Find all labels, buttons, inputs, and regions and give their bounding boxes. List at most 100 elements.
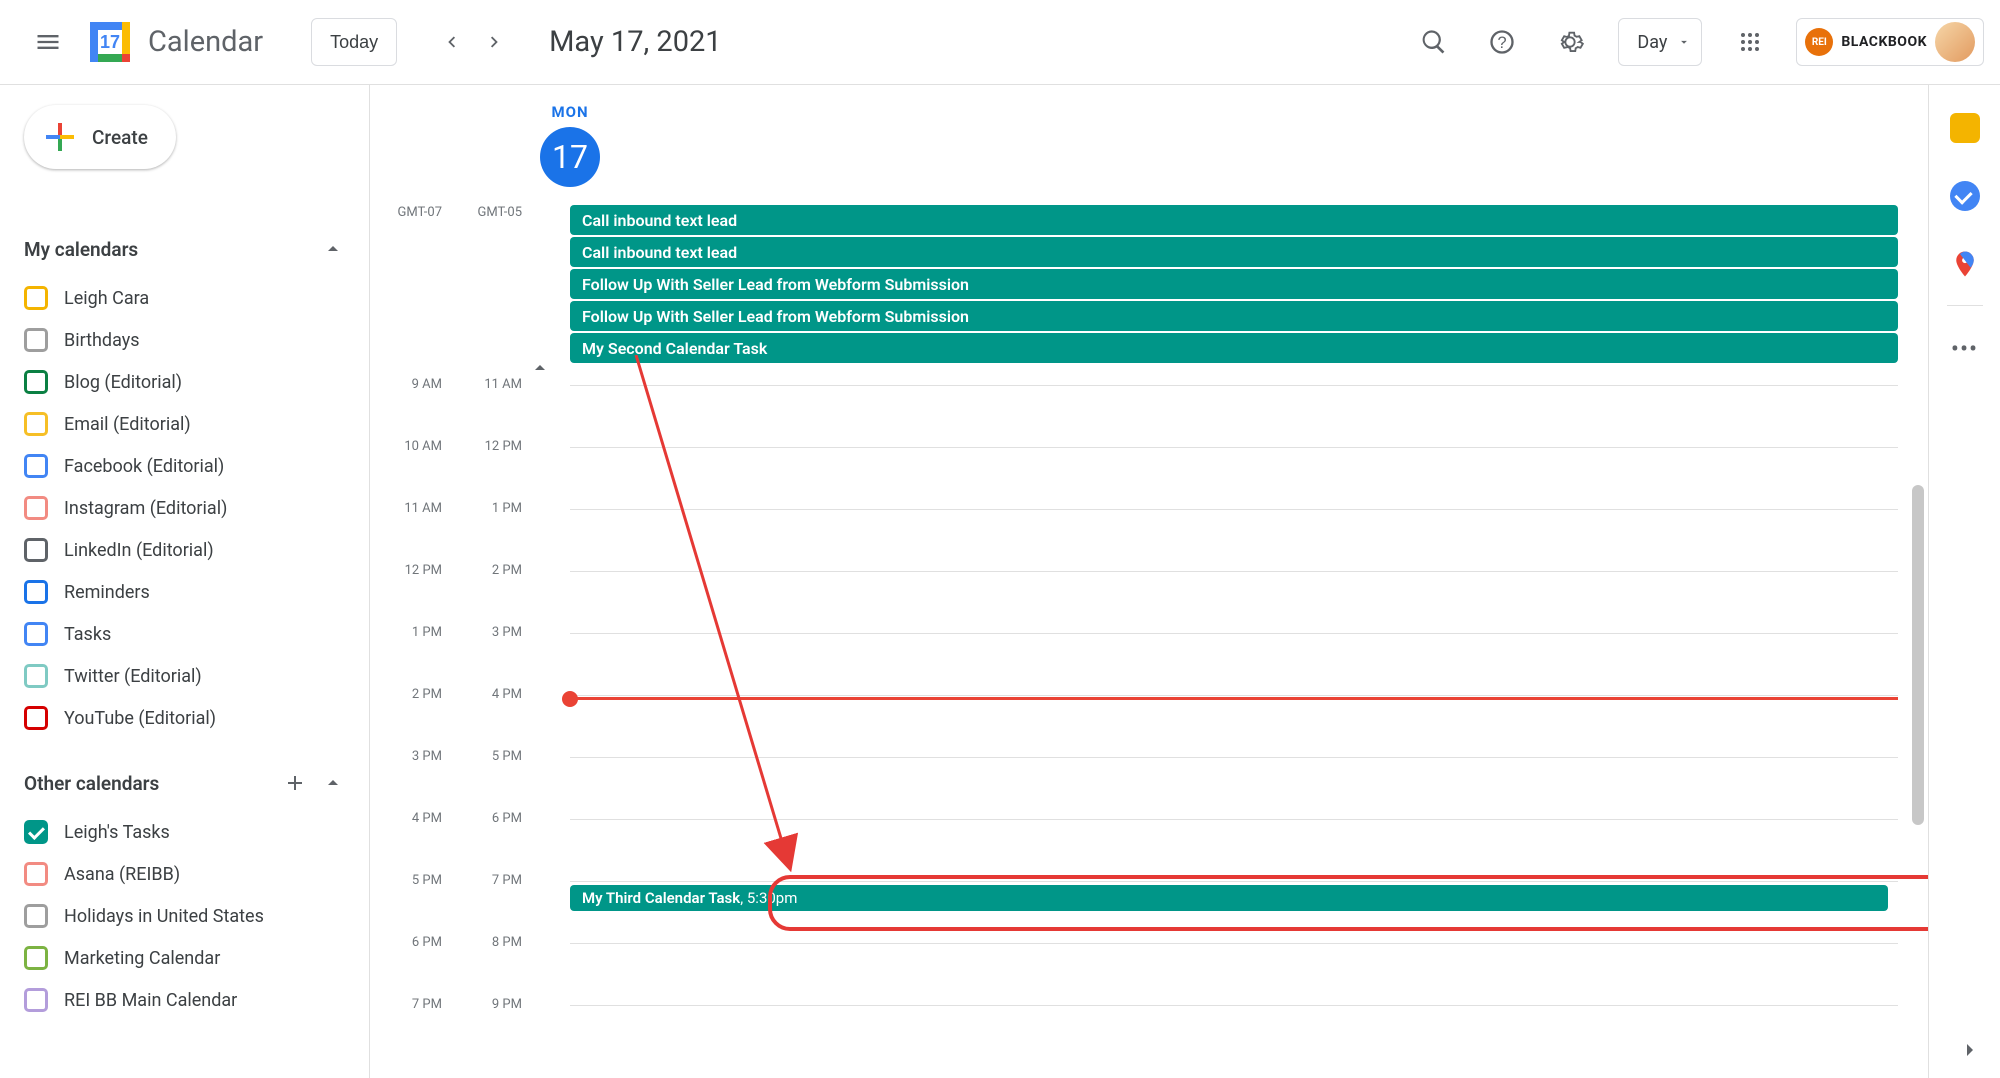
all-day-event[interactable]: Call inbound text lead (570, 237, 1898, 267)
all-day-event[interactable]: Follow Up With Seller Lead from Webform … (570, 269, 1898, 299)
calendar-checkbox[interactable] (24, 412, 48, 436)
all-day-event[interactable]: Follow Up With Seller Lead from Webform … (570, 301, 1898, 331)
hour-label-tz1: 3 PM (370, 749, 450, 764)
day-of-week: MON (530, 103, 610, 121)
account-switcher[interactable]: REI BLACKBOOK (1796, 18, 1984, 66)
hour-row[interactable]: 12 PM2 PM (370, 571, 1898, 633)
collapse-allday-button[interactable] (520, 354, 560, 382)
gridline (570, 1005, 1898, 1006)
app-logo[interactable]: 17 Calendar (84, 16, 263, 68)
tasks-icon[interactable] (1950, 181, 1980, 211)
day-grid[interactable]: MON 17 GMT-07 GMT-05 Call inbound text l… (370, 85, 1928, 1078)
side-panel-separator (1947, 305, 1983, 306)
support-button[interactable]: ? (1478, 18, 1526, 66)
main-area: MON 17 GMT-07 GMT-05 Call inbound text l… (370, 85, 2000, 1078)
calendar-item[interactable]: Email (Editorial) (24, 403, 345, 445)
next-day-button[interactable] (473, 20, 517, 64)
calendar-item[interactable]: Marketing Calendar (24, 937, 345, 979)
calendar-logo-icon: 17 (84, 16, 136, 68)
calendar-checkbox[interactable] (24, 538, 48, 562)
calendar-label: Instagram (Editorial) (64, 498, 227, 519)
date-range-title[interactable]: May 17, 2021 (549, 25, 722, 59)
calendar-item[interactable]: Blog (Editorial) (24, 361, 345, 403)
calendar-checkbox[interactable] (24, 454, 48, 478)
other-calendars-header[interactable]: Other calendars (24, 763, 345, 803)
calendar-checkbox[interactable] (24, 664, 48, 688)
hour-row[interactable]: 3 PM5 PM (370, 757, 1898, 819)
settings-button[interactable] (1546, 18, 1594, 66)
my-calendars-header[interactable]: My calendars (24, 229, 345, 269)
calendar-checkbox[interactable] (24, 370, 48, 394)
calendar-label: Asana (REIBB) (64, 864, 180, 885)
add-calendar-icon[interactable] (283, 771, 307, 795)
day-column-header[interactable]: MON 17 (530, 103, 610, 187)
calendar-label: Marketing Calendar (64, 948, 220, 969)
all-day-event[interactable]: Call inbound text lead (570, 205, 1898, 235)
hour-row[interactable]: 9 AM11 AM (370, 385, 1898, 447)
calendar-item[interactable]: Facebook (Editorial) (24, 445, 345, 487)
calendar-item[interactable]: REI BB Main Calendar (24, 979, 345, 1021)
view-switcher[interactable]: Day (1618, 18, 1702, 66)
side-panel-more[interactable]: ••• (1951, 344, 1978, 354)
calendar-item[interactable]: Twitter (Editorial) (24, 655, 345, 697)
calendar-checkbox[interactable] (24, 706, 48, 730)
hour-row[interactable]: 7 PM9 PM (370, 1005, 1898, 1067)
keep-icon[interactable] (1950, 113, 1980, 143)
hour-row[interactable]: 1 PM3 PM (370, 633, 1898, 695)
my-calendars-title: My calendars (24, 238, 138, 261)
hour-label-tz1: 11 AM (370, 501, 450, 516)
prev-day-button[interactable] (429, 20, 473, 64)
hour-label-tz2: 12 PM (450, 439, 530, 454)
calendar-item[interactable]: Holidays in United States (24, 895, 345, 937)
calendar-label: Reminders (64, 582, 150, 603)
calendar-item[interactable]: YouTube (Editorial) (24, 697, 345, 739)
gridline (570, 633, 1898, 634)
calendar-item[interactable]: Instagram (Editorial) (24, 487, 345, 529)
search-button[interactable] (1410, 18, 1458, 66)
calendar-checkbox[interactable] (24, 622, 48, 646)
brand-badge: REI (1805, 28, 1833, 56)
calendar-checkbox[interactable] (24, 328, 48, 352)
hour-row[interactable]: 4 PM6 PM (370, 819, 1898, 881)
calendar-item[interactable]: Leigh Cara (24, 277, 345, 319)
hour-row[interactable]: 2 PM4 PM (370, 695, 1898, 757)
calendar-label: Leigh Cara (64, 288, 149, 309)
hour-label-tz1: 7 PM (370, 997, 450, 1012)
hour-row[interactable]: 11 AM1 PM (370, 509, 1898, 571)
time-grid[interactable]: 9 AM11 AM10 AM12 PM11 AM1 PM12 PM2 PM1 P… (370, 385, 1898, 1078)
main-menu-button[interactable] (24, 18, 72, 66)
side-panel-collapse[interactable] (1958, 1038, 1982, 1066)
calendar-checkbox[interactable] (24, 988, 48, 1012)
calendar-label: Facebook (Editorial) (64, 456, 224, 477)
calendar-item[interactable]: Tasks (24, 613, 345, 655)
chevron-up-icon (321, 237, 345, 261)
hour-label-tz2: 5 PM (450, 749, 530, 764)
calendar-item[interactable]: Reminders (24, 571, 345, 613)
hour-row[interactable]: 6 PM8 PM (370, 943, 1898, 1005)
google-apps-button[interactable] (1726, 18, 1774, 66)
hour-label-tz1: 2 PM (370, 687, 450, 702)
calendar-checkbox[interactable] (24, 820, 48, 844)
calendar-item[interactable]: Asana (REIBB) (24, 853, 345, 895)
calendar-checkbox[interactable] (24, 862, 48, 886)
today-button[interactable]: Today (311, 18, 397, 66)
brand-label: BLACKBOOK (1841, 34, 1927, 50)
hour-label-tz2: 11 AM (450, 377, 530, 392)
view-switcher-label: Day (1637, 32, 1667, 53)
maps-icon[interactable] (1950, 249, 1980, 279)
calendar-checkbox[interactable] (24, 946, 48, 970)
hour-label-tz2: 9 PM (450, 997, 530, 1012)
calendar-checkbox[interactable] (24, 496, 48, 520)
all-day-event[interactable]: My Second Calendar Task (570, 333, 1898, 363)
hour-label-tz2: 1 PM (450, 501, 530, 516)
calendar-item[interactable]: LinkedIn (Editorial) (24, 529, 345, 571)
timed-event[interactable]: My Third Calendar Task, 5:30pm (570, 885, 1888, 911)
calendar-checkbox[interactable] (24, 286, 48, 310)
calendar-item[interactable]: Leigh's Tasks (24, 811, 345, 853)
create-button[interactable]: Create (24, 105, 176, 169)
calendar-checkbox[interactable] (24, 580, 48, 604)
calendar-checkbox[interactable] (24, 904, 48, 928)
calendar-item[interactable]: Birthdays (24, 319, 345, 361)
hour-row[interactable]: 10 AM12 PM (370, 447, 1898, 509)
scrollbar[interactable] (1912, 485, 1924, 825)
